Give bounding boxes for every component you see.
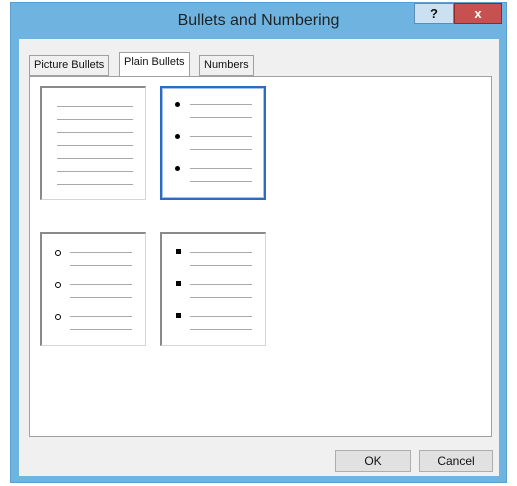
preview-line bbox=[70, 265, 132, 266]
tab-picture-bullets[interactable]: Picture Bullets bbox=[29, 55, 110, 76]
preview-line bbox=[57, 184, 133, 185]
preview-line bbox=[57, 171, 133, 172]
bullet-style-circle[interactable] bbox=[40, 232, 146, 346]
tab-numbers[interactable]: Numbers bbox=[199, 55, 254, 76]
preview-line bbox=[57, 158, 133, 159]
preview-line bbox=[190, 297, 252, 298]
preview-line bbox=[70, 297, 132, 298]
tab-panel-plain-bullets bbox=[29, 76, 492, 437]
circle-bullet-icon bbox=[55, 282, 61, 288]
bullet-style-none[interactable] bbox=[40, 86, 146, 200]
square-bullet-icon bbox=[176, 313, 181, 318]
circle-bullet-icon bbox=[55, 314, 61, 320]
square-bullet-icon bbox=[176, 249, 181, 254]
preview-line bbox=[190, 104, 252, 105]
preview-line bbox=[57, 119, 133, 120]
preview-line bbox=[190, 168, 252, 169]
preview-line bbox=[57, 106, 133, 107]
tab-plain-bullets[interactable]: Plain Bullets bbox=[119, 52, 190, 76]
preview-line bbox=[190, 252, 252, 253]
dialog-body: Picture Bullets Plain Bullets Numbers OK… bbox=[19, 39, 499, 476]
disc-bullet-icon bbox=[175, 166, 180, 171]
preview-line bbox=[70, 329, 132, 330]
cancel-button[interactable]: Cancel bbox=[419, 450, 493, 472]
circle-bullet-icon bbox=[55, 250, 61, 256]
preview-line bbox=[190, 117, 252, 118]
preview-line bbox=[190, 265, 252, 266]
preview-line bbox=[70, 252, 132, 253]
bullet-style-disc[interactable] bbox=[160, 86, 266, 200]
preview-line bbox=[70, 316, 132, 317]
preview-line bbox=[190, 136, 252, 137]
preview-line bbox=[70, 284, 132, 285]
preview-line bbox=[190, 316, 252, 317]
bullet-style-square[interactable] bbox=[160, 232, 266, 346]
ok-button[interactable]: OK bbox=[335, 450, 411, 472]
preview-line bbox=[190, 329, 252, 330]
preview-line bbox=[57, 132, 133, 133]
help-button[interactable]: ? bbox=[414, 3, 454, 24]
preview-line bbox=[190, 284, 252, 285]
preview-line bbox=[190, 181, 252, 182]
dialog-window: Bullets and Numbering ? x Picture Bullet… bbox=[10, 2, 507, 483]
square-bullet-icon bbox=[176, 281, 181, 286]
disc-bullet-icon bbox=[175, 102, 180, 107]
preview-line bbox=[190, 149, 252, 150]
disc-bullet-icon bbox=[175, 134, 180, 139]
preview-line bbox=[57, 145, 133, 146]
close-button[interactable]: x bbox=[454, 3, 502, 24]
